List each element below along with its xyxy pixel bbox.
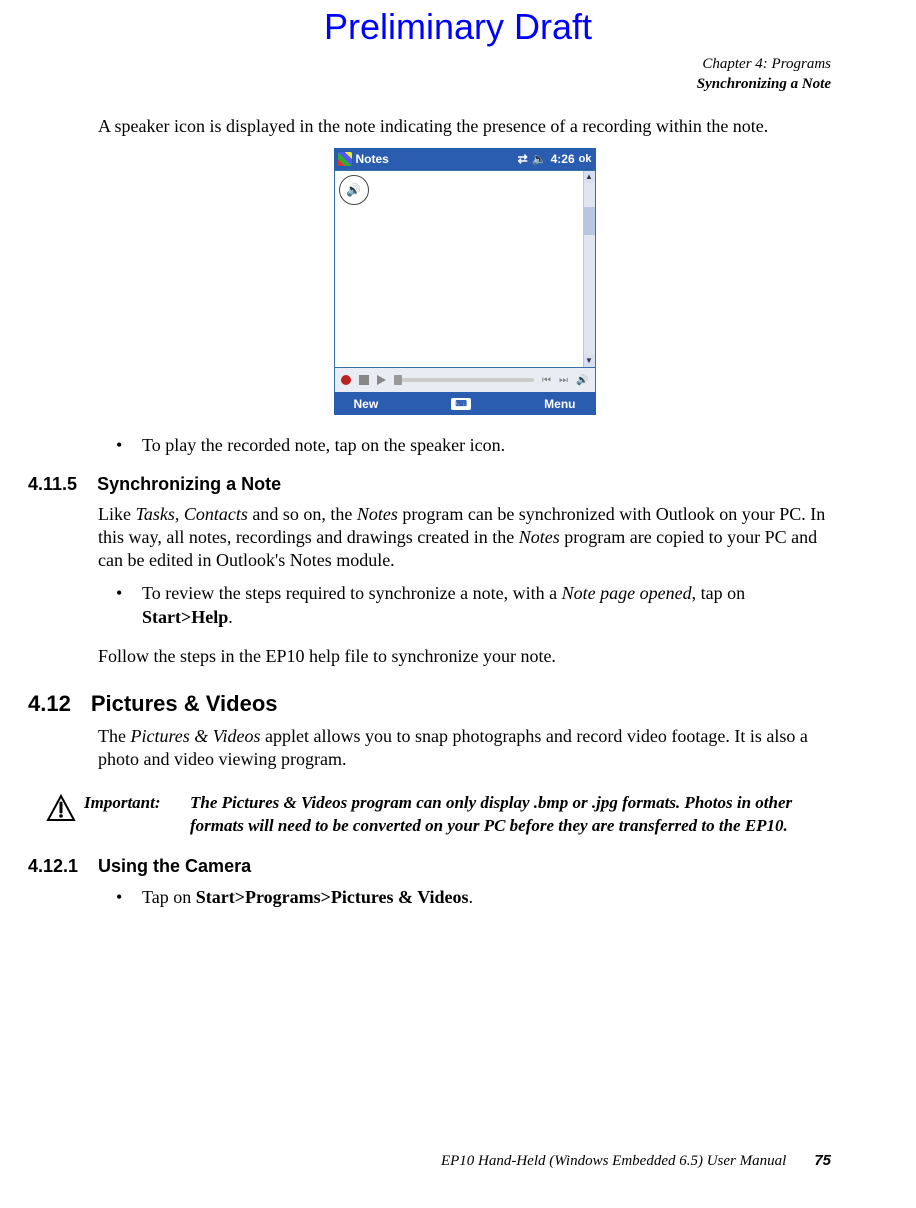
windows-flag-icon (338, 152, 352, 166)
heading-4-12-1: 4.12.1 Using the Camera (28, 856, 831, 877)
text-fragment: Tap on (142, 887, 196, 907)
follow-steps-text: Follow the steps in the EP10 help file t… (98, 645, 831, 668)
text-fragment: . (228, 607, 233, 627)
text-fragment: Tasks, Contacts (136, 504, 248, 524)
text-fragment: To review the steps required to synchron… (142, 583, 562, 603)
text-fragment: Start>Programs>Pictures & Videos (196, 887, 469, 907)
heading-title: Synchronizing a Note (97, 474, 281, 495)
page-header: Chapter 4: Programs Synchronizing a Note (697, 55, 831, 94)
important-label: Important: (84, 792, 190, 838)
bullet-content: To review the steps required to synchron… (142, 581, 831, 630)
pda-screenshot: Notes ⇄ 🔈 4:26 ok 🔊 ▲ ▼ (98, 148, 831, 415)
heading-4-12: 4.12 Pictures & Videos (28, 691, 831, 717)
volume-icon[interactable]: 🔊 (576, 375, 588, 386)
pda-menu-button[interactable]: Menu (544, 397, 575, 411)
skip-forward-icon[interactable]: ⏭ (559, 375, 568, 386)
scroll-up-icon[interactable]: ▲ (584, 171, 595, 183)
scroll-down-icon[interactable]: ▼ (584, 355, 595, 367)
scroll-thumb[interactable] (584, 207, 595, 235)
heading-title: Using the Camera (98, 856, 251, 877)
header-section: Synchronizing a Note (697, 75, 831, 95)
text-fragment: , tap on (692, 583, 746, 603)
important-text: The Pictures & Videos program can only d… (190, 792, 831, 838)
record-icon[interactable] (341, 375, 351, 385)
pda-time: 4:26 (551, 152, 575, 166)
stop-icon[interactable] (359, 375, 369, 385)
pda-recording-toolbar: ⏮ ⏭ 🔊 (334, 368, 596, 392)
important-note: Important: The Pictures & Videos program… (38, 792, 831, 838)
heading-number: 4.12 (28, 691, 71, 717)
text-fragment: . (469, 887, 474, 907)
warning-icon (38, 792, 84, 838)
text-fragment: Notes (357, 504, 398, 524)
playback-slider[interactable] (394, 378, 535, 382)
page-footer: EP10 Hand-Held (Windows Embedded 6.5) Us… (441, 1152, 831, 1170)
pda-app-title: Notes (356, 152, 389, 166)
bullet-marker: • (116, 885, 142, 909)
pda-ok-button[interactable]: ok (579, 153, 592, 165)
pda-scrollbar[interactable]: ▲ ▼ (583, 171, 595, 367)
text-fragment: and so on, the (248, 504, 357, 524)
bullet-tap-start: • Tap on Start>Programs>Pictures & Video… (116, 885, 831, 909)
bullet-play-recorded: • To play the recorded note, tap on the … (116, 433, 831, 457)
heading-number: 4.12.1 (28, 856, 78, 877)
bullet-marker: • (116, 433, 142, 457)
text-fragment: The (98, 726, 130, 746)
heading-number: 4.11.5 (28, 474, 77, 495)
pda-new-button[interactable]: New (354, 397, 379, 411)
pda-note-canvas: 🔊 ▲ ▼ (334, 170, 596, 368)
speaker-titlebar-icon: 🔈 (532, 152, 547, 166)
intro-paragraph: A speaker icon is displayed in the note … (98, 115, 831, 138)
text-fragment: Like (98, 504, 136, 524)
heading-4-11-5: 4.11.5 Synchronizing a Note (28, 474, 831, 495)
bullet-content: Tap on Start>Programs>Pictures & Videos. (142, 885, 473, 909)
watermark-text: Preliminary Draft (324, 6, 592, 48)
bullet-review-steps: • To review the steps required to synchr… (116, 581, 831, 630)
pda-titlebar: Notes ⇄ 🔈 4:26 ok (334, 148, 596, 170)
play-icon[interactable] (377, 375, 386, 385)
speaker-callout-circle: 🔊 (339, 175, 369, 205)
text-fragment: Start>Help (142, 607, 228, 627)
speaker-icon[interactable]: 🔊 (346, 183, 361, 198)
pictures-videos-paragraph: The Pictures & Videos applet allows you … (98, 725, 831, 772)
heading-title: Pictures & Videos (91, 691, 278, 717)
skip-back-icon[interactable]: ⏮ (542, 375, 551, 386)
pda-bottombar: New ⌨ Menu (334, 392, 596, 415)
footer-page-number: 75 (814, 1152, 831, 1169)
bullet-marker: • (116, 581, 142, 630)
text-fragment: Note page opened (562, 583, 692, 603)
header-chapter: Chapter 4: Programs (697, 55, 831, 75)
keyboard-icon[interactable]: ⌨ (451, 398, 471, 410)
connectivity-icon: ⇄ (518, 152, 528, 166)
sync-paragraph: Like Tasks, Contacts and so on, the Note… (98, 503, 831, 573)
footer-manual-title: EP10 Hand-Held (Windows Embedded 6.5) Us… (441, 1153, 786, 1170)
text-fragment: Pictures & Videos (130, 726, 260, 746)
bullet-play-text: To play the recorded note, tap on the sp… (142, 433, 505, 457)
text-fragment: Notes (519, 527, 560, 547)
